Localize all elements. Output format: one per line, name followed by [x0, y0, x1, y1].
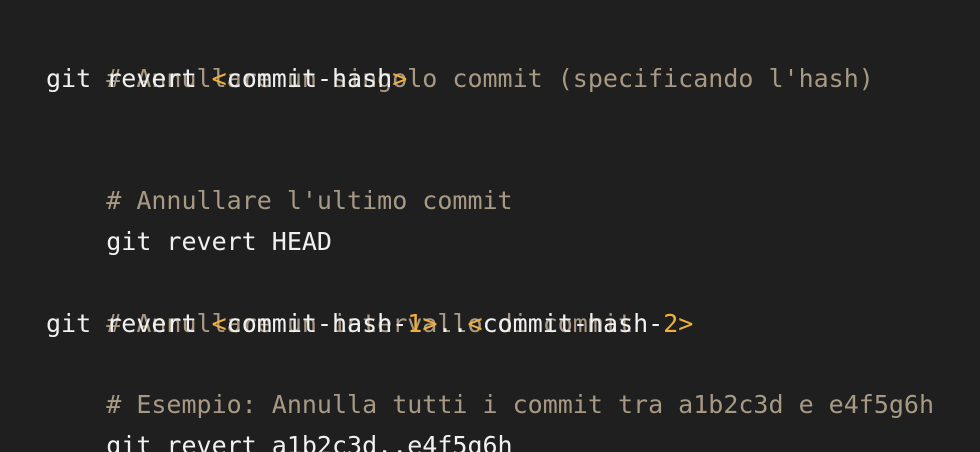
angle-bracket-open: <	[211, 308, 227, 338]
comment-text: # Esempio: Annulla tutti i commit tra a1…	[106, 390, 935, 420]
angle-bracket-close: >	[392, 63, 408, 93]
code-line-comment-range: # Annullare un intervallo di commit	[46, 263, 980, 338]
command-text: git revert HEAD	[106, 226, 332, 256]
placeholder-text: commit-hash-	[226, 308, 408, 338]
number-literal: 2	[663, 308, 679, 338]
number-literal: 1	[407, 308, 423, 338]
code-line-comment-single: # Annullare un singolo commit (specifica…	[46, 18, 980, 93]
range-dots: ..	[437, 308, 468, 338]
code-block: # Annullare un singolo commit (specifica…	[0, 0, 980, 452]
code-line-comment-last: # Annullare l'ultimo commit	[46, 140, 980, 215]
placeholder-text: commit-hash	[226, 63, 393, 93]
angle-bracket-close: >	[422, 308, 438, 338]
comment-text: # Annullare l'ultimo commit	[106, 186, 513, 216]
code-line-comment-example: # Esempio: Annulla tutti i commit tra a1…	[46, 344, 980, 419]
angle-bracket-open: <	[467, 308, 483, 338]
angle-bracket-open: <	[211, 63, 227, 93]
command-text: git revert a1b2c3d..e4f5g6h	[106, 430, 513, 452]
code-line-revert-range: git revert <commit-hash-1>..<commit-hash…	[46, 304, 980, 345]
command-text: git revert	[46, 308, 212, 338]
angle-bracket-close: >	[678, 308, 694, 338]
command-text: git revert	[46, 63, 212, 93]
placeholder-text: commit-hash-	[482, 308, 664, 338]
